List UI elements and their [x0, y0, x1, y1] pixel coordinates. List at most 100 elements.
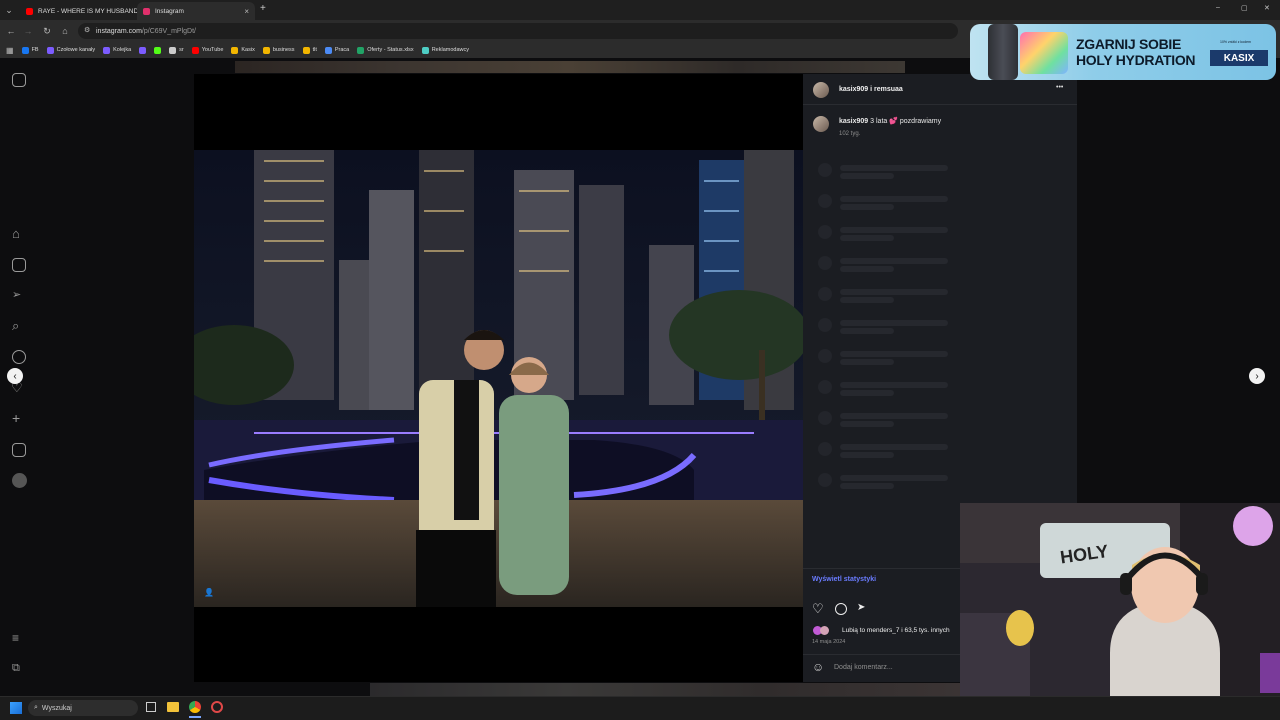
also-from-meta-icon[interactable]: ⧉ [12, 662, 20, 675]
bookmark-czolowe-kanaly[interactable]: Czołowe kanały [46, 46, 95, 54]
comment-skeleton-line [840, 289, 948, 295]
bookmark-sr[interactable]: sr [169, 46, 184, 54]
new-tab-button[interactable]: + [260, 3, 266, 14]
taskbar-search[interactable]: ⌕ Wyszukaj [28, 700, 138, 716]
comment-skeleton-line [840, 235, 894, 241]
ad-headline-line2: HOLY HYDRATION [1076, 52, 1196, 68]
comment-skeleton-line [840, 413, 948, 419]
tab-search-icon[interactable]: ⌄ [2, 3, 16, 17]
dashboard-icon[interactable] [12, 443, 26, 457]
comment-skeleton-line [840, 204, 894, 210]
comment-skeleton-line [840, 173, 894, 179]
header-divider [803, 104, 1077, 105]
comment-bubble-icon[interactable] [835, 603, 847, 615]
like-heart-icon[interactable]: ♡ [812, 601, 824, 617]
author-avatar[interactable] [813, 82, 829, 98]
caption-username[interactable]: kasix909 [839, 118, 868, 125]
back-arrow-icon[interactable]: ← [4, 24, 18, 38]
bookmark-twitch[interactable] [139, 46, 147, 54]
close-tab-icon[interactable]: × [244, 7, 249, 16]
home-icon[interactable]: ⌂ [12, 227, 26, 241]
bookmark-fb[interactable]: FB [21, 46, 39, 54]
reels-icon[interactable] [12, 258, 26, 272]
share-icon[interactable]: ➤ [857, 602, 865, 613]
comment-skeleton-line [840, 165, 948, 171]
tagged-people-icon[interactable]: 👤 [204, 588, 214, 597]
url-field[interactable]: ⚙ instagram.com/p/C69V_mPlgDt/ [78, 23, 958, 39]
add-comment-input[interactable]: Dodaj komentarz... [834, 664, 893, 671]
bookmark-business[interactable]: business [262, 46, 295, 54]
ad-fine-print: 10% zniżki z kodem [1220, 40, 1251, 44]
bookmark-kick[interactable] [154, 46, 162, 54]
post-photo[interactable]: 👤 [194, 150, 803, 607]
bookmark-youtube[interactable]: YouTube [191, 46, 223, 54]
comment-skeleton-avatar [818, 349, 832, 363]
apps-grid-icon[interactable]: ▦ [6, 46, 14, 55]
comment-skeleton-avatar [818, 442, 832, 456]
instagram-logo-icon[interactable] [12, 73, 26, 87]
likes-summary[interactable]: Lubią to menders_7 i 63,5 tys. innych [842, 627, 961, 634]
comment-skeleton-line [840, 258, 948, 264]
comment-skeleton-line [840, 227, 948, 233]
post-author-header[interactable]: kasix909 i remsuaa [839, 86, 903, 93]
direct-messages-icon[interactable]: ➢ [12, 288, 21, 301]
comment-skeleton-line [840, 320, 948, 326]
comment-skeleton-avatar [818, 163, 832, 177]
file-explorer-icon[interactable] [167, 702, 179, 712]
menu-hamburger-icon[interactable]: ≡ [12, 631, 19, 645]
more-options-icon[interactable]: ••• [1056, 84, 1063, 91]
maximize-button[interactable]: ▢ [1241, 4, 1248, 12]
reload-icon[interactable]: ↻ [40, 24, 54, 38]
bookmark-oferty[interactable]: Oferty - Status.xlsx [357, 46, 414, 54]
search-icon: ⌕ [34, 704, 38, 711]
comment-skeleton-line [840, 196, 948, 202]
comment-skeleton-line [840, 444, 948, 450]
comment-skeleton-avatar [818, 318, 832, 332]
active-app-indicator [189, 716, 201, 718]
product-packs-image [1020, 32, 1068, 74]
minimize-button[interactable]: – [1216, 4, 1220, 11]
comment-skeleton-avatar [818, 194, 832, 208]
ad-headline-line1: ZGARNIJ SOBIE [1076, 36, 1182, 52]
folder-icon [302, 46, 310, 54]
task-view-icon[interactable] [146, 702, 156, 712]
spreadsheet-icon [357, 46, 365, 54]
twitch-icon [46, 46, 54, 54]
comment-skeleton-avatar [818, 287, 832, 301]
next-post-button[interactable]: › [1249, 368, 1265, 384]
caption-text: 3 lata 💕 pozdrawiamy [870, 118, 942, 125]
previous-post-button[interactable]: ‹ [7, 368, 23, 384]
forward-arrow-icon[interactable]: → [21, 24, 35, 38]
bookmark-reklamodawcy[interactable]: Reklamodawcy [421, 46, 469, 54]
profile-avatar[interactable] [12, 473, 27, 488]
site-info-icon[interactable]: ⚙ [84, 26, 90, 34]
comment-skeleton-line [840, 351, 948, 357]
folder-icon [231, 46, 239, 54]
comment-skeleton-line [840, 483, 894, 489]
caption-avatar[interactable] [813, 116, 829, 132]
explore-icon[interactable] [12, 350, 26, 364]
shaker-bottle-image [988, 24, 1018, 80]
bookmark-tlt[interactable]: tlt [302, 46, 317, 54]
webcam-feed-image: HOLY [960, 503, 1280, 716]
bookmark-kasix[interactable]: Kasix [231, 46, 255, 54]
close-window-button[interactable]: ✕ [1264, 4, 1270, 12]
bookmark-praca[interactable]: Praca [324, 46, 349, 54]
home-icon[interactable]: ⌂ [58, 24, 72, 38]
instagram-favicon-icon [143, 7, 150, 15]
bookmark-kolejka[interactable]: Kolejka [103, 46, 131, 54]
emoji-icon[interactable]: ☺ [812, 660, 824, 674]
comment-skeleton-line [840, 390, 894, 396]
background-feed-bottom [370, 683, 960, 696]
sponsor-ad-banner: ZGARNIJ SOBIE HOLY HYDRATION 10% zniżki … [970, 24, 1276, 80]
windows-start-icon[interactable] [10, 702, 22, 714]
tab-title: Instagram [155, 7, 184, 15]
search-icon[interactable]: ⌕ [12, 318, 19, 334]
chrome-icon[interactable] [189, 701, 201, 713]
tab-instagram[interactable]: Instagram × [137, 2, 255, 20]
create-plus-icon[interactable]: + [12, 410, 20, 426]
liker-avatar[interactable] [820, 626, 829, 635]
download-icon [169, 46, 177, 54]
app-icon[interactable] [211, 701, 223, 713]
view-insights-link[interactable]: Wyświetl statystyki [812, 576, 876, 583]
